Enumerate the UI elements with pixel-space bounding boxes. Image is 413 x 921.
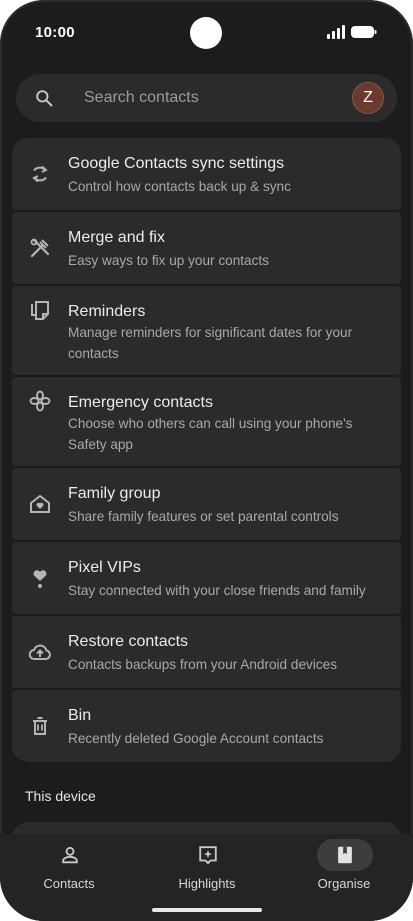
search-bar[interactable]: Search contacts Z xyxy=(16,74,397,122)
menu-item-sync-settings[interactable]: Google Contacts sync settings Control ho… xyxy=(12,138,401,210)
menu-item-title: Pixel VIPs xyxy=(68,559,141,576)
signal-icon xyxy=(327,25,345,39)
search-input[interactable]: Search contacts xyxy=(84,89,199,107)
gesture-handle[interactable] xyxy=(152,908,262,912)
reminders-icon xyxy=(31,301,49,320)
heart-pin-icon xyxy=(33,570,47,588)
nav-contacts[interactable]: Contacts xyxy=(0,834,138,921)
menu-item-title: Merge and fix xyxy=(68,229,165,246)
menu-item-subtitle: Control how contacts back up & sync xyxy=(68,179,291,194)
menu-item-subtitle: Share family features or set parental co… xyxy=(68,509,339,524)
menu-item-reminders[interactable]: Reminders Manage reminders for significa… xyxy=(12,286,401,375)
emergency-icon xyxy=(29,390,51,412)
highlights-icon xyxy=(199,846,217,865)
menu-item-title: Google Contacts sync settings xyxy=(68,155,285,172)
phone-screen: 10:00 Search contacts Z Google Contacts … xyxy=(0,0,413,921)
nav-label: Highlights xyxy=(178,876,236,891)
menu-item-family-group[interactable]: Family group Share family features or se… xyxy=(12,468,401,540)
cloud-restore-icon xyxy=(28,644,51,660)
bookmark-icon xyxy=(338,846,352,864)
menu-item-emergency-contacts[interactable]: Emergency contacts Choose who others can… xyxy=(12,377,401,466)
battery-icon xyxy=(351,26,377,38)
search-icon xyxy=(36,90,53,107)
menu-item-title: Emergency contacts xyxy=(68,394,213,411)
trash-icon xyxy=(33,717,47,735)
section-heading-this-device: This device xyxy=(25,788,96,804)
menu-item-title: Restore contacts xyxy=(68,633,189,650)
menu-item-subtitle: Contacts backups from your Android devic… xyxy=(68,657,337,672)
menu-item-title: Bin xyxy=(68,707,92,724)
menu-item-title: Reminders xyxy=(68,303,146,320)
menu-item-subtitle: Manage reminders for significant dates f… xyxy=(68,325,353,361)
menu-item-subtitle: Easy ways to fix up your contacts xyxy=(68,253,269,268)
nav-organise[interactable]: Organise xyxy=(275,834,413,921)
menu-item-merge-fix[interactable]: Merge and fix Easy ways to fix up your c… xyxy=(12,212,401,284)
menu-item-subtitle: Recently deleted Google Account contacts xyxy=(68,731,324,746)
family-home-icon xyxy=(30,494,50,513)
menu-item-pixel-vips[interactable]: Pixel VIPs Stay connected with your clos… xyxy=(12,542,401,614)
merge-fix-icon xyxy=(30,238,50,258)
menu-item-bin[interactable]: Bin Recently deleted Google Account cont… xyxy=(12,690,401,762)
camera-cutout xyxy=(190,17,222,49)
menu-item-subtitle: Stay connected with your close friends a… xyxy=(68,583,366,598)
menu-item-subtitle: Choose who others can call using your ph… xyxy=(68,416,353,452)
nav-label: Organise xyxy=(317,876,371,891)
account-avatar[interactable]: Z xyxy=(353,83,383,113)
status-time: 10:00 xyxy=(35,24,75,41)
person-icon xyxy=(62,846,78,864)
sync-icon xyxy=(32,165,48,183)
menu-item-restore-contacts[interactable]: Restore contacts Contacts backups from y… xyxy=(12,616,401,688)
menu-item-title: Family group xyxy=(68,485,161,502)
nav-label: Contacts xyxy=(43,876,95,891)
status-bar: 10:00 xyxy=(0,0,413,66)
